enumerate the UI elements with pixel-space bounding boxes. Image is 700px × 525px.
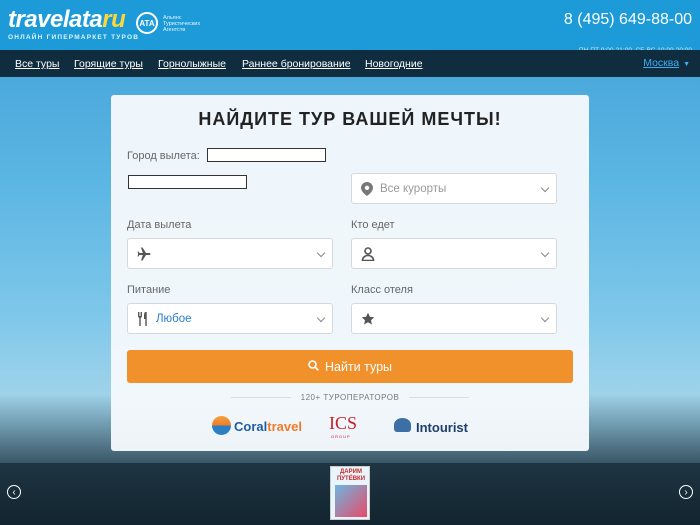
ics-group-subtitle: GROUP bbox=[331, 434, 351, 439]
intourist-logo: Intourist bbox=[416, 420, 468, 435]
departure-date-select[interactable] bbox=[127, 238, 333, 269]
nav-item-ski[interactable]: Горнолыжные bbox=[158, 58, 226, 70]
city-name: Москва bbox=[643, 57, 680, 69]
chevron-left-icon: ‹ bbox=[12, 486, 16, 498]
search-icon bbox=[308, 359, 319, 374]
phone-number[interactable]: 8 (495) 649-88-00 bbox=[562, 11, 692, 29]
carousel-prev-button[interactable]: ‹ bbox=[7, 485, 21, 499]
person-icon bbox=[361, 247, 375, 262]
logo-subtitle: ОНЛАЙН ГИПЕРМАРКЕТ ТУРОВ bbox=[8, 34, 140, 41]
resorts-placeholder: Все курорты bbox=[380, 183, 447, 195]
travelers-label: Кто едет bbox=[351, 219, 395, 231]
nav-item-early-booking[interactable]: Раннее бронирование bbox=[242, 58, 351, 70]
promo-banner[interactable]: ДАРИМ ПУТЁВКИ bbox=[330, 466, 370, 520]
promo-image bbox=[335, 485, 367, 517]
search-button[interactable]: Найти туры bbox=[127, 350, 573, 383]
carousel-next-button[interactable]: › bbox=[679, 485, 693, 499]
departure-city-input[interactable] bbox=[207, 148, 326, 162]
city-selector[interactable]: Москва ▼ bbox=[643, 57, 690, 69]
divider bbox=[409, 397, 469, 398]
resorts-select[interactable]: Все курорты bbox=[351, 173, 557, 204]
logo-main-text: travelata bbox=[8, 6, 103, 33]
search-button-label: Найти туры bbox=[324, 359, 393, 374]
nav-item-all-tours[interactable]: Все туры bbox=[15, 58, 59, 70]
coral-text-b: travel bbox=[267, 419, 302, 434]
tour-search-form: НАЙДИТЕ ТУР ВАШЕЙ МЕЧТЫ! Город вылета: В… bbox=[111, 95, 589, 451]
ics-group-logo: ICS bbox=[329, 413, 358, 433]
travelers-select[interactable] bbox=[351, 238, 557, 269]
header-bar: travelataru ОНЛАЙН ГИПЕРМАРКЕТ ТУРОВ ATA… bbox=[0, 0, 700, 50]
operators-count-label: 120+ ТУРОПЕРАТОРОВ bbox=[300, 393, 400, 402]
main-nav: Все туры Горящие туры Горнолыжные Раннее… bbox=[0, 50, 700, 77]
nav-item-hot-tours[interactable]: Горящие туры bbox=[74, 58, 143, 70]
form-title: НАЙДИТЕ ТУР ВАШЕЙ МЕЧТЫ! bbox=[198, 109, 502, 129]
ata-badge-icon: ATA bbox=[136, 12, 158, 34]
promo-title: ДАРИМ ПУТЁВКИ bbox=[336, 469, 366, 482]
ata-text: Альянс Туристических Агентств bbox=[163, 15, 201, 33]
chevron-down-icon bbox=[540, 183, 550, 193]
nav-item-new-year[interactable]: Новогодние bbox=[365, 58, 423, 70]
chevron-down-icon bbox=[316, 248, 326, 258]
chevron-down-icon bbox=[316, 313, 326, 323]
chevron-down-icon bbox=[540, 313, 550, 323]
travelata-logo[interactable]: travelataru bbox=[8, 6, 126, 34]
meal-label: Питание bbox=[127, 284, 171, 296]
airplane-icon bbox=[137, 247, 151, 261]
location-pin-icon bbox=[361, 182, 375, 196]
chevron-down-icon bbox=[540, 248, 550, 258]
country-input[interactable] bbox=[128, 175, 247, 189]
meal-select[interactable]: Любое bbox=[127, 303, 333, 334]
chevron-down-icon: ▼ bbox=[683, 61, 690, 68]
coral-travel-logo-icon bbox=[212, 416, 231, 435]
coral-text-a: Coral bbox=[234, 419, 268, 434]
coral-travel-logo: Coraltravel bbox=[234, 419, 302, 434]
star-icon bbox=[361, 312, 375, 326]
date-label: Дата вылета bbox=[127, 219, 192, 231]
hotel-class-label: Класс отеля bbox=[351, 284, 413, 296]
fork-knife-icon bbox=[137, 312, 151, 326]
chevron-right-icon: › bbox=[684, 486, 688, 498]
departure-city-label: Город вылета: bbox=[127, 150, 200, 162]
intourist-logo-icon bbox=[394, 418, 411, 432]
hotel-class-select[interactable] bbox=[351, 303, 557, 334]
logo-ru-text: ru bbox=[102, 6, 126, 33]
meal-value: Любое bbox=[156, 313, 192, 325]
